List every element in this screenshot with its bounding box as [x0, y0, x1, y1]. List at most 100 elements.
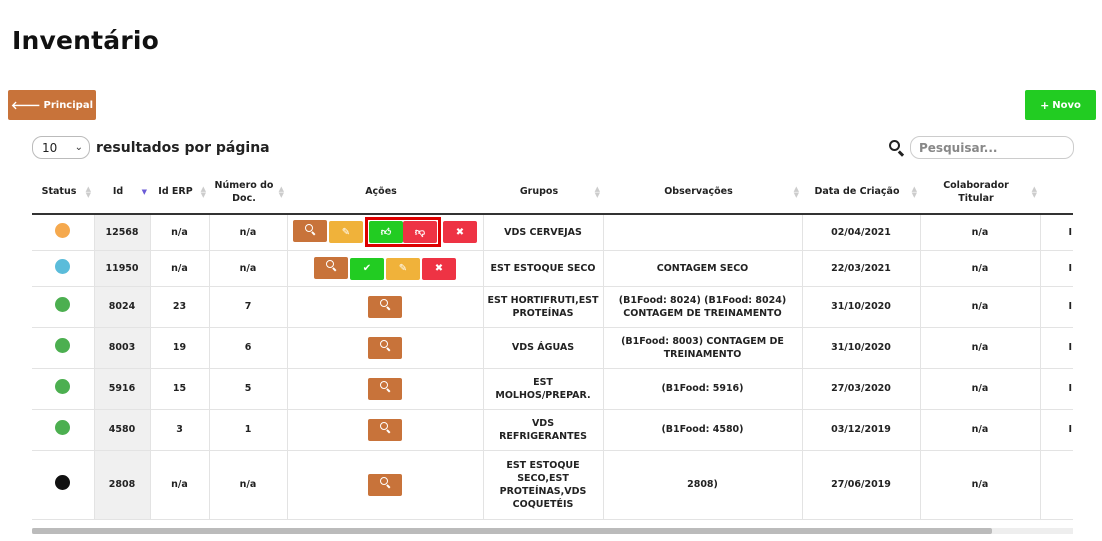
- table-row: 11950 n/a n/a ✔ ✎ ✖ EST ESTOQUE SECO CONTAGEM S…: [32, 250, 1073, 287]
- search-box: [889, 136, 1074, 159]
- id-erp-cell: n/a: [150, 250, 210, 287]
- grupos-cell: EST ESTOQUE SECO,EST PROTEÍNAS,VDS COQUE…: [483, 450, 604, 520]
- id-cell: 8003: [94, 327, 151, 369]
- data-criacao-cell: 22/03/2021: [802, 250, 921, 287]
- view-button[interactable]: [368, 377, 402, 400]
- grupos-cell: VDS CERVEJAS: [483, 214, 604, 251]
- id-erp-cell: 23: [150, 286, 210, 328]
- novo-button[interactable]: + Novo: [1025, 90, 1096, 120]
- pencil-icon: ✎: [398, 263, 408, 274]
- page-length-select[interactable]: 10 ⌄: [32, 136, 90, 159]
- search-icon: [379, 422, 391, 437]
- status-indicator: [55, 258, 71, 274]
- page-length-label: resultados por página: [96, 139, 270, 156]
- actions-cell: [287, 368, 484, 410]
- status-indicator: [55, 297, 71, 312]
- view-button[interactable]: [368, 418, 402, 441]
- numero-doc-cell: 7: [209, 286, 288, 328]
- col-grupos[interactable]: Grupos ▲ ▼: [483, 170, 603, 215]
- delete-button[interactable]: ✖: [443, 221, 477, 244]
- view-button[interactable]: [314, 256, 348, 279]
- u-cell: I: [1040, 368, 1073, 410]
- principal-button[interactable]: 🡐 Principal: [8, 90, 96, 120]
- table-row: 2808 n/a n/a EST ESTOQUE SECO,EST PROTEÍNAS…: [32, 450, 1073, 520]
- colaborador-cell: n/a: [920, 450, 1041, 520]
- sort-icon: ▲ ▼: [594, 184, 600, 199]
- data-criacao-cell: 31/10/2020: [802, 327, 921, 369]
- status-indicator: [55, 475, 71, 490]
- view-button[interactable]: [368, 473, 402, 496]
- col-acoes: Ações: [287, 170, 483, 215]
- approve-button[interactable]: 👍︎: [369, 221, 403, 244]
- actions-cell: [287, 327, 484, 369]
- confirm-button[interactable]: ✔: [350, 257, 384, 280]
- col-id-erp[interactable]: Id ERP ▲ ▼: [150, 170, 209, 215]
- horizontal-scrollbar[interactable]: [32, 528, 1073, 534]
- u-cell: I: [1040, 214, 1073, 251]
- col-data-criacao[interactable]: Data de Criação ▲ ▼: [802, 170, 920, 215]
- colaborador-cell: n/a: [920, 214, 1041, 251]
- grupos-cell: VDS ÁGUAS: [483, 327, 604, 369]
- search-icon: [325, 260, 337, 275]
- page-length-value: 10: [42, 140, 58, 155]
- colaborador-cell: n/a: [920, 368, 1041, 410]
- grupos-cell: EST HORTIFRUTI,EST PROTEÍNAS: [483, 286, 604, 328]
- data-criacao-cell: 31/10/2020: [802, 286, 921, 328]
- id-cell: 2808: [94, 450, 151, 520]
- table-row: 8003 19 6 VDS ÁGUAS (B1Food: 8003) CONTAGEM …: [32, 327, 1073, 369]
- check-icon: ✔: [362, 263, 372, 274]
- col-colaborador[interactable]: Colaborador Titular ▲ ▼: [920, 170, 1040, 215]
- observacoes-cell: CONTAGEM SECO: [603, 250, 803, 287]
- id-cell: 4580: [94, 409, 151, 451]
- arrow-left-icon: 🡐: [11, 99, 41, 112]
- edit-button[interactable]: ✎: [386, 257, 420, 280]
- data-criacao-cell: 27/03/2020: [802, 368, 921, 410]
- view-button[interactable]: [293, 220, 327, 243]
- observacoes-cell: (B1Food: 8003) CONTAGEM DE TREINAMENTO: [603, 327, 803, 369]
- reject-button[interactable]: 👎︎: [403, 221, 437, 244]
- id-erp-cell: 3: [150, 409, 210, 451]
- col-id[interactable]: Id ▼: [94, 170, 150, 215]
- u-cell: I: [1040, 409, 1073, 451]
- data-criacao-cell: 27/06/2019: [802, 450, 921, 520]
- status-indicator: [55, 420, 71, 435]
- u-cell: [1040, 450, 1073, 520]
- observacoes-cell: (B1Food: 8024) (B1Food: 8024) CONTAGEM D…: [603, 286, 803, 328]
- id-cell: 11950: [94, 250, 151, 287]
- plus-icon: +: [1040, 98, 1050, 112]
- sort-desc-icon: ▼: [141, 187, 147, 196]
- search-icon: [379, 477, 391, 492]
- grupos-cell: EST ESTOQUE SECO: [483, 250, 604, 287]
- table-row: 8024 23 7 EST HORTIFRUTI,EST PROTEÍNAS (B1Fo…: [32, 286, 1073, 328]
- numero-doc-cell: 5: [209, 368, 288, 410]
- col-u[interactable]: U: [1040, 170, 1073, 215]
- status-cell: [32, 450, 95, 520]
- status-cell: [32, 368, 95, 410]
- u-cell: I: [1040, 327, 1073, 369]
- sort-icon: ▲ ▼: [911, 184, 917, 199]
- view-button[interactable]: [368, 295, 402, 318]
- data-criacao-cell: 03/12/2019: [802, 409, 921, 451]
- sort-icon: ▲ ▼: [793, 184, 799, 199]
- search-input[interactable]: [910, 136, 1074, 159]
- observacoes-cell: 2808): [603, 450, 803, 520]
- search-icon: [379, 299, 391, 314]
- colaborador-cell: n/a: [920, 327, 1041, 369]
- view-button[interactable]: [368, 336, 402, 359]
- principal-button-label: Principal: [43, 99, 94, 111]
- thumbs-down-icon: 👎︎: [414, 226, 426, 238]
- status-cell: [32, 214, 95, 251]
- pencil-icon: ✎: [341, 226, 351, 238]
- page-title: Inventário: [12, 26, 160, 55]
- search-icon: [379, 340, 391, 355]
- thumbs-up-icon: 👍︎: [380, 226, 392, 238]
- observacoes-cell: (B1Food: 5916): [603, 368, 803, 410]
- delete-button[interactable]: ✖: [422, 257, 456, 280]
- scrollbar-thumb[interactable]: [32, 528, 992, 534]
- col-observacoes[interactable]: Observações ▲ ▼: [603, 170, 802, 215]
- edit-button[interactable]: ✎: [329, 221, 363, 244]
- status-cell: [32, 286, 95, 328]
- col-numero-doc[interactable]: Número do Doc. ▲ ▼: [209, 170, 287, 215]
- col-status[interactable]: Status ▲ ▼: [32, 170, 94, 215]
- status-indicator: [55, 222, 71, 238]
